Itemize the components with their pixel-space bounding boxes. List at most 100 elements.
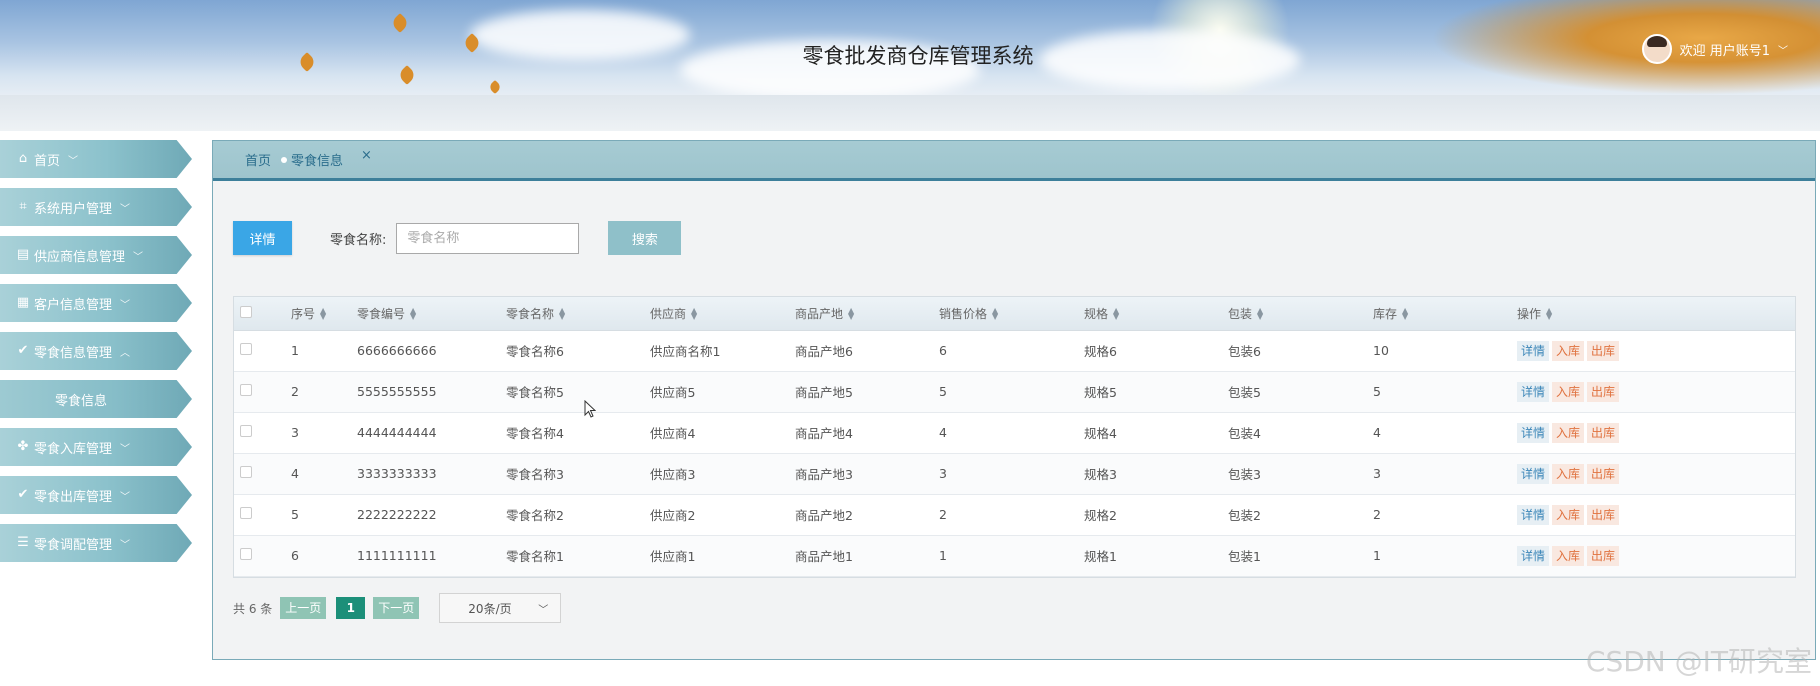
cell-actions: 详情 入库 出库 [1517,453,1795,495]
column-header[interactable]: 零食名称 ▲ ▼ [506,297,650,331]
cell-name: 零食名称3 [506,453,650,495]
cell-code: 5555555555 [357,371,506,413]
row-detail-button[interactable]: 详情 [1517,422,1550,443]
cell-pack: 包装6 [1228,330,1373,372]
user-menu[interactable]: 欢迎 用户账号1 ﹀ [1641,34,1788,64]
row-detail-button[interactable]: 详情 [1517,381,1550,402]
tab-home[interactable]: 首页 [245,150,271,169]
row-stock-in-button[interactable]: 入库 [1552,340,1585,361]
cell-no: 1 [291,330,357,372]
search-input[interactable] [396,222,580,254]
column-header[interactable]: 库存 ▲ ▼ [1373,297,1517,331]
chevron-down-icon: ﹀ [68,155,79,167]
sidebar-item-label: 客户信息管理 [34,297,113,313]
row-stock-out-button[interactable]: 出库 [1587,504,1620,525]
row-stock-out-button[interactable]: 出库 [1587,545,1620,566]
search-button[interactable]: 搜索 [608,221,682,255]
column-header[interactable]: 序号 ▲ ▼ [291,297,357,331]
grid-icon: ▦ [16,295,30,310]
row-stock-out-button[interactable]: 出库 [1587,340,1620,361]
cell-pack: 包装3 [1228,453,1373,495]
page-number[interactable]: 1 [336,597,366,619]
cell-stock: 10 [1373,330,1517,372]
cell-origin: 商品产地1 [795,535,939,577]
cell-stock: 5 [1373,371,1517,413]
sort-icon: ▲ ▼ [559,306,566,322]
cell-price: 2 [939,494,1084,536]
prev-page-button[interactable]: 上一页 [280,597,327,619]
column-header[interactable]: 操作 ▲ ▼ [1517,297,1795,331]
column-header[interactable]: 零食编号 ▲ ▼ [357,297,506,331]
page-size-select[interactable]: 20条/页 ﹀ [439,593,562,623]
row-detail-button[interactable]: 详情 [1517,463,1550,484]
column-header[interactable]: 包装 ▲ ▼ [1228,297,1373,331]
sidebar-item-label: 零食调配管理 [34,537,113,553]
sort-icon: ▲ ▼ [410,306,417,322]
sidebar-item-snack-info[interactable]: ✔ 零食信息管理 ︿ [0,332,192,370]
cell-no: 5 [291,494,357,536]
row-stock-in-button[interactable]: 入库 [1552,422,1585,443]
row-stock-out-button[interactable]: 出库 [1587,381,1620,402]
sidebar-subitem-snack-info[interactable]: 零食信息 [0,380,192,418]
sidebar-item-home[interactable]: ⌂ 首页 ﹀ [0,140,192,178]
cell-supplier: 供应商名称1 [650,330,795,372]
sort-icon: ▲ ▼ [1113,306,1120,322]
cell-stock: 2 [1373,494,1517,536]
cell-actions: 详情 入库 出库 [1517,412,1795,454]
row-detail-button[interactable]: 详情 [1517,340,1550,361]
row-checkbox[interactable] [240,548,252,560]
row-detail-button[interactable]: 详情 [1517,545,1550,566]
row-checkbox[interactable] [240,425,252,437]
sidebar-item-stock-in[interactable]: ✤ 零食入库管理 ﹀ [0,428,192,466]
select-all-checkbox[interactable] [240,305,252,318]
sort-icon: ▲ ▼ [848,306,855,322]
row-detail-button[interactable]: 详情 [1517,504,1550,525]
row-stock-in-button[interactable]: 入库 [1552,545,1585,566]
cell-name: 零食名称4 [506,412,650,454]
row-stock-in-button[interactable]: 入库 [1552,381,1585,402]
cell-actions: 详情 入库 出库 [1517,371,1795,413]
tab-snack-info[interactable]: 零食信息 [281,150,343,169]
cell-pack: 包装4 [1228,412,1373,454]
sidebar-item-suppliers[interactable]: ▤ 供应商信息管理 ﹀ [0,236,192,274]
cell-origin: 商品产地4 [795,412,939,454]
cell-code: 4444444444 [357,412,506,454]
active-dot-icon [281,156,288,163]
column-header[interactable]: 供应商 ▲ ▼ [650,297,795,331]
close-icon[interactable]: × [361,148,372,163]
sort-icon: ▲ ▼ [1402,306,1409,322]
detail-button[interactable]: 详情 [233,221,292,255]
cell-code: 2222222222 [357,494,506,536]
sort-icon: ▲ ▼ [320,306,327,322]
leaf-decoration [390,13,410,33]
cell-no: 6 [291,535,357,577]
check-circle-icon: ✔ [17,487,29,502]
row-stock-out-button[interactable]: 出库 [1587,463,1620,484]
row-stock-in-button[interactable]: 入库 [1552,463,1585,484]
column-header[interactable]: 规格 ▲ ▼ [1084,297,1228,331]
next-page-button[interactable]: 下一页 [373,597,420,619]
row-checkbox[interactable] [240,466,252,478]
cell-price: 6 [939,330,1084,372]
watermark: CSDN @IT研究室 [1585,645,1812,678]
column-header[interactable]: 销售价格 ▲ ▼ [939,297,1084,331]
row-stock-in-button[interactable]: 入库 [1552,504,1585,525]
row-stock-out-button[interactable]: 出库 [1587,422,1620,443]
chevron-down-icon: ﹀ [120,203,131,215]
row-checkbox[interactable] [240,384,252,396]
sidebar-item-customers[interactable]: ▦ 客户信息管理 ﹀ [0,284,192,322]
cell-origin: 商品产地6 [795,330,939,372]
sidebar: ⌂ 首页 ﹀ ⌗ 系统用户管理 ﹀ ▤ 供应商信息管理 ﹀ ▦ 客户信息管理 ﹀… [0,140,195,572]
sidebar-item-allocation[interactable]: ☰ 零食调配管理 ﹀ [0,524,192,562]
sidebar-item-label: 系统用户管理 [34,201,113,217]
sidebar-item-stock-out[interactable]: ✔ 零食出库管理 ﹀ [0,476,192,514]
row-checkbox[interactable] [240,343,252,355]
sidebar-item-label: 零食出库管理 [34,489,113,505]
column-header[interactable]: 商品产地 ▲ ▼ [795,297,939,331]
cell-pack: 包装1 [1228,535,1373,577]
sidebar-item-system-users[interactable]: ⌗ 系统用户管理 ﹀ [0,188,192,226]
row-checkbox[interactable] [240,507,252,519]
cell-supplier: 供应商3 [650,453,795,495]
toolbar: 详情 零食名称: 搜索 [233,221,682,255]
sort-icon: ▲ ▼ [691,306,698,322]
